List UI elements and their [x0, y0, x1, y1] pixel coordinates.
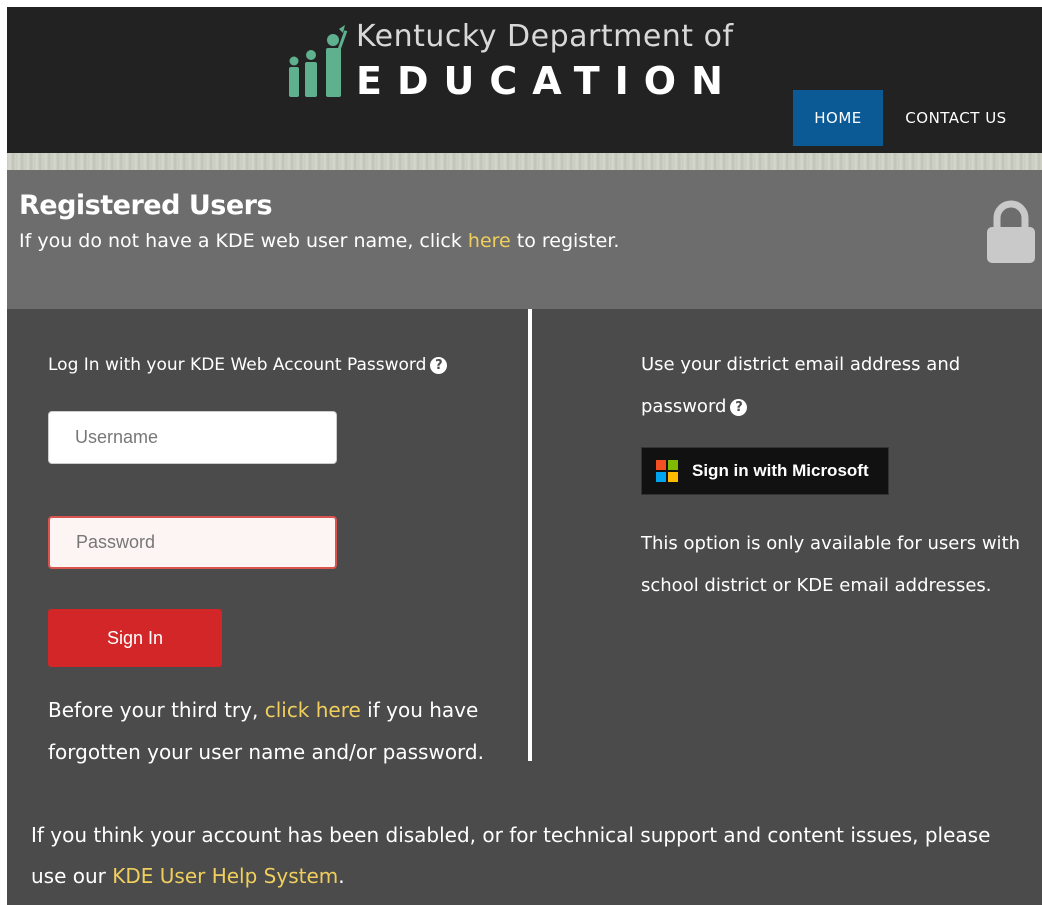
kde-login-heading-text: Log In with your KDE Web Account Passwor… [48, 355, 427, 375]
support-note: If you think your account has been disab… [31, 815, 1031, 897]
site-header: Kentucky Department of EDUCATION HOME CO… [7, 7, 1042, 153]
microsoft-logo-icon [656, 460, 678, 482]
login-page: Kentucky Department of EDUCATION HOME CO… [7, 7, 1042, 905]
kde-login-panel: Log In with your KDE Web Account Passwor… [7, 309, 527, 769]
microsoft-button-label: Sign in with Microsoft [692, 461, 869, 480]
sign-in-with-microsoft-button[interactable]: Sign in with Microsoft [641, 447, 889, 495]
decorative-strip [7, 153, 1042, 170]
sign-in-button[interactable]: Sign In [48, 609, 222, 667]
forgot-password-link[interactable]: click here [265, 698, 361, 722]
microsoft-login-panel: Use your district email address and pass… [641, 309, 1031, 609]
column-divider [528, 309, 532, 761]
register-link[interactable]: here [468, 230, 511, 252]
logo-title-top: Kentucky Department of [356, 19, 734, 54]
microsoft-login-heading: Use your district email address and pass… [641, 344, 1021, 428]
help-icon[interactable]: ? [430, 357, 448, 374]
forgot-credentials-text: Before your third try, click here if you… [48, 689, 508, 773]
logo-title-bottom: EDUCATION [356, 59, 738, 103]
microsoft-availability-note: This option is only available for users … [641, 533, 1021, 596]
family-logo-icon [289, 25, 348, 97]
nav-contact-us[interactable]: CONTACT US [891, 90, 1021, 146]
nav-home[interactable]: HOME [793, 90, 883, 146]
support-text-after: . [338, 864, 345, 888]
registered-users-banner: Registered Users If you do not have a KD… [7, 170, 1042, 309]
kde-login-heading: Log In with your KDE Web Account Passwor… [48, 355, 448, 375]
password-input[interactable] [48, 516, 337, 569]
microsoft-login-heading-text: Use your district email address and pass… [641, 354, 961, 417]
register-text-after: to register. [510, 230, 620, 252]
forgot-text-before: Before your third try, [48, 698, 265, 722]
register-text-before: If you do not have a KDE web user name, … [19, 230, 468, 252]
help-icon[interactable]: ? [730, 399, 748, 416]
kde-logo[interactable]: Kentucky Department of EDUCATION [285, 19, 733, 103]
register-instructions: If you do not have a KDE web user name, … [19, 230, 619, 252]
lock-icon [987, 200, 1035, 263]
page-title: Registered Users [19, 190, 273, 221]
username-input[interactable] [48, 411, 337, 464]
help-system-link[interactable]: KDE User Help System [112, 864, 338, 888]
